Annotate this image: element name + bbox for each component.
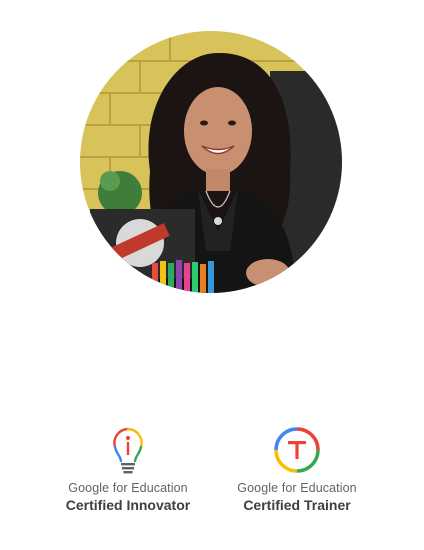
- lightbulb-icon: [113, 427, 143, 474]
- trainer-ring-icon: [274, 427, 320, 473]
- badge-certified-innovator: Google for Education Certified Innovator: [43, 425, 213, 513]
- badge-innovator-line1: Google for Education: [68, 481, 188, 495]
- badge-innovator-line2: Certified Innovator: [65, 497, 191, 513]
- profile-photo: [80, 31, 342, 293]
- badge-trainer-line1: Google for Education: [237, 481, 357, 495]
- badge-trainer-line2: Certified Trainer: [243, 497, 351, 513]
- badge-certified-trainer: Google for Education Certified Trainer: [212, 425, 382, 513]
- person-portrait-icon: [80, 31, 342, 293]
